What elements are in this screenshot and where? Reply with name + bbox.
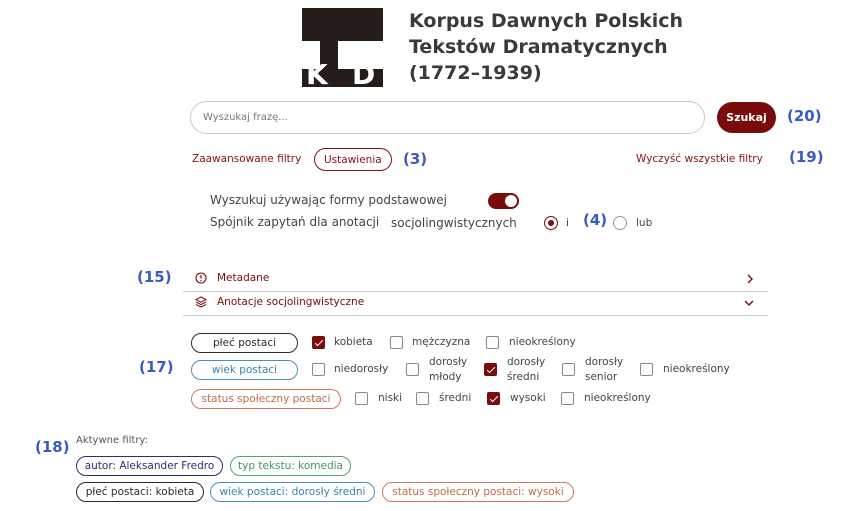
- checkbox-label: nieokreślony: [584, 392, 651, 404]
- conjunction-label-2: socjolingwistycznych: [391, 216, 517, 230]
- title-line: Tekstów Dramatycznych: [409, 36, 668, 58]
- kpd-logo: K D: [302, 8, 383, 87]
- checkbox-status-low[interactable]: [355, 392, 368, 405]
- filter-group-age: wiek postaci: [191, 360, 298, 380]
- checkbox-gender-female[interactable]: [312, 336, 325, 349]
- checkbox-gender-male[interactable]: [390, 336, 403, 349]
- checkbox-label: niedorosły: [334, 363, 389, 375]
- toggle-knob: [505, 195, 517, 207]
- conjunction-label: Spójnik zapytań dla anotacji: [210, 215, 380, 229]
- logo-letter-d: D: [352, 58, 376, 88]
- accordion-label: Metadane: [217, 272, 270, 284]
- filter-group-gender: płeć postaci: [191, 333, 298, 353]
- filter-group-social-status: status społeczny postaci: [191, 389, 341, 409]
- checkbox-status-middle[interactable]: [416, 392, 429, 405]
- chevron-right-icon: [747, 274, 753, 284]
- annotation-number: (3): [403, 150, 428, 168]
- search-input[interactable]: [190, 101, 705, 134]
- clear-all-filters-link[interactable]: Wyczyść wszystkie filtry: [636, 153, 763, 165]
- checkbox-label-line: senior: [585, 371, 618, 383]
- accordion-label: Anotacje socjolingwistyczne: [217, 296, 365, 308]
- search-button[interactable]: Szukaj: [717, 102, 776, 133]
- active-filter-chip[interactable]: płeć postaci: kobieta: [76, 482, 204, 502]
- checkbox-label: nieokreślony: [509, 336, 576, 348]
- logo-letter-k: K: [306, 58, 328, 88]
- active-filter-chip[interactable]: wiek postaci: dorosły średni: [210, 482, 375, 502]
- layers-icon: [195, 296, 207, 308]
- annotation-number: (20): [787, 107, 822, 125]
- checkbox-label: wysoki: [510, 392, 546, 404]
- annotation-number: (15): [137, 268, 172, 286]
- checkbox-status-undefined[interactable]: [561, 392, 574, 405]
- checkbox-label-line: średni: [507, 371, 540, 383]
- checkbox-label: dorosły młody: [429, 355, 467, 385]
- divider: [183, 315, 768, 316]
- accordion-sociolinguistic[interactable]: Anotacje socjolingwistyczne: [183, 292, 768, 314]
- checkbox-age-young-adult[interactable]: [406, 363, 419, 376]
- settings-button[interactable]: Ustawienia: [314, 148, 392, 171]
- active-filter-chip[interactable]: typ tekstu: komedia: [230, 456, 351, 476]
- checkbox-label: mężczyzna: [412, 336, 471, 348]
- checkbox-label-line: dorosły: [429, 356, 468, 368]
- annotation-number: (18): [35, 438, 70, 456]
- checkbox-label-line: dorosły: [585, 356, 624, 368]
- checkbox-label: dorosły średni: [507, 355, 545, 385]
- active-filters-label: Aktywne filtry:: [76, 435, 148, 446]
- conjunction-option-label: i: [566, 217, 569, 229]
- conjunction-option-label: lub: [636, 217, 653, 229]
- advanced-filters-link[interactable]: Zaawansowane filtry: [192, 153, 301, 165]
- conjunction-radio-and[interactable]: [544, 216, 558, 230]
- page-title: Korpus Dawnych Polskich Tekstów Dramatyc…: [409, 8, 739, 86]
- checkbox-label: dorosły senior: [585, 355, 623, 385]
- checkbox-label: kobieta: [334, 336, 373, 348]
- checkbox-age-minor[interactable]: [312, 363, 325, 376]
- base-form-toggle[interactable]: [488, 193, 519, 209]
- checkbox-age-senior[interactable]: [562, 363, 575, 376]
- accordion-metadata[interactable]: Metadane: [183, 268, 768, 290]
- info-icon: [195, 272, 207, 284]
- checkbox-age-undefined[interactable]: [640, 363, 653, 376]
- title-line: Korpus Dawnych Polskich: [409, 10, 684, 32]
- checkbox-label-line: dorosły: [507, 356, 546, 368]
- base-form-label: Wyszukuj używając formy podstawowej: [210, 193, 447, 207]
- active-filter-chip[interactable]: status społeczny postaci: wysoki: [382, 482, 574, 502]
- checkbox-gender-undefined[interactable]: [486, 336, 499, 349]
- checkbox-label: średni: [439, 392, 472, 404]
- title-line: (1772–1939): [409, 62, 542, 84]
- annotation-number: (17): [139, 358, 174, 376]
- checkbox-status-high[interactable]: [487, 392, 500, 405]
- chevron-down-icon: [744, 300, 754, 306]
- annotation-number: (19): [789, 148, 824, 166]
- checkbox-label: nieokreślony: [663, 363, 730, 375]
- checkbox-label: niski: [378, 392, 403, 404]
- checkbox-label-line: młody: [429, 371, 462, 383]
- active-filter-chip[interactable]: autor: Aleksander Fredro: [76, 456, 223, 476]
- checkbox-age-middle-adult[interactable]: [484, 363, 497, 376]
- conjunction-radio-or[interactable]: [613, 216, 627, 230]
- annotation-number: (4): [583, 211, 608, 229]
